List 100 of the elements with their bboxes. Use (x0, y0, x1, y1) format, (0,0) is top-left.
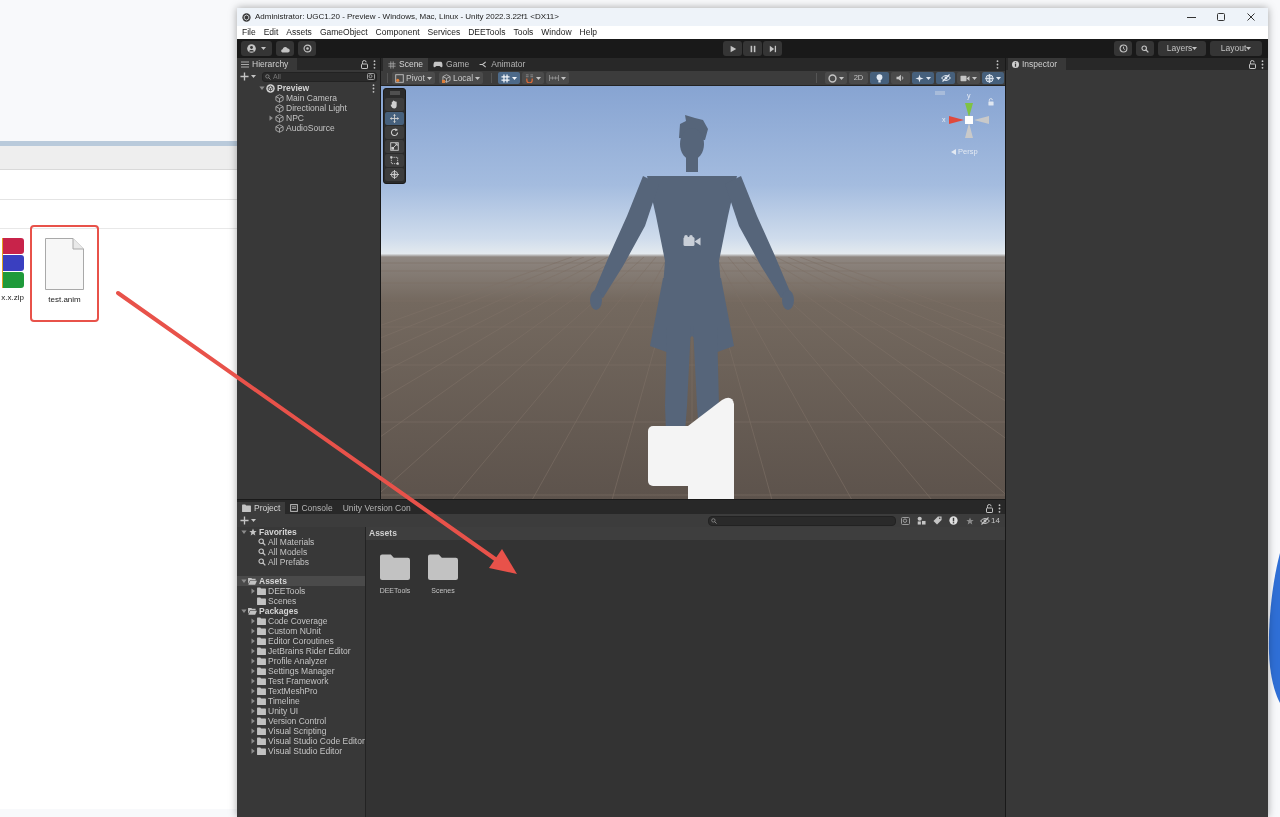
folder-icon (379, 553, 411, 580)
play-button[interactable] (723, 41, 742, 56)
more-icon (998, 503, 1001, 513)
project-tree-item[interactable]: Editor Coroutines (237, 636, 365, 646)
speaker-icon (896, 74, 905, 82)
account-dropdown[interactable] (241, 41, 272, 56)
shading-mode-dropdown[interactable] (825, 72, 847, 84)
project-tree-item[interactable]: Timeline (237, 696, 365, 706)
project-tree-item[interactable]: Favorites (237, 527, 365, 537)
camera-dropdown[interactable] (957, 72, 980, 84)
menu-item[interactable]: Edit (263, 27, 279, 38)
folder-icon (257, 627, 266, 635)
search-field[interactable] (708, 515, 897, 526)
orientation-gizmo[interactable] (949, 103, 989, 138)
menu-item[interactable]: Assets (286, 27, 312, 38)
project-tree-item[interactable]: Code Coverage (237, 616, 365, 626)
camera-gizmo-icon (683, 235, 701, 247)
cube-icon (275, 123, 284, 133)
project-tree-item[interactable]: DEETools (237, 586, 365, 596)
hierarchy-item[interactable]: Main Camera (237, 93, 380, 103)
layers-dropdown[interactable]: Layers (1158, 41, 1206, 56)
folder-icon (257, 727, 266, 735)
project-tree-item[interactable]: All Materials (237, 537, 365, 547)
audio-toggle[interactable] (891, 72, 910, 84)
hierarchy-tab[interactable]: Hierarchy (237, 58, 297, 70)
project-tree-item[interactable]: Version Control (237, 716, 365, 726)
project-tree-item[interactable]: TextMeshPro (237, 686, 365, 696)
folder-icon (257, 687, 266, 695)
tool-button[interactable] (385, 140, 404, 153)
menu-item[interactable]: Component (375, 27, 420, 38)
search-icon (711, 517, 718, 524)
gizmos-dropdown[interactable] (982, 72, 1004, 84)
project-tree-item[interactable]: Visual Studio Editor (237, 746, 365, 756)
breadcrumb[interactable]: Assets (369, 527, 397, 540)
project-tree-item[interactable]: All Models (237, 547, 365, 557)
hidden-packages-button[interactable]: 14 (978, 515, 1002, 526)
menu-item[interactable]: File (242, 27, 256, 38)
project-tree-item[interactable]: Visual Studio Code Editor (237, 736, 365, 746)
hierarchy-item[interactable]: AudioSource (237, 123, 380, 133)
grid-snapping-button[interactable] (498, 72, 521, 84)
version-control-button[interactable] (298, 41, 316, 56)
cloud-button[interactable] (276, 41, 294, 56)
add-button[interactable] (240, 72, 256, 81)
pivot-icon (395, 73, 404, 83)
space-dropdown[interactable]: Local (438, 72, 484, 84)
history-button[interactable] (1114, 41, 1132, 56)
menu-item[interactable]: GameObject (319, 27, 368, 38)
project-tree-item[interactable]: Packages (237, 606, 365, 616)
layout-dropdown[interactable]: Layout (1210, 41, 1262, 56)
panel-tab[interactable]: Project (237, 502, 286, 514)
caret-down-icon (251, 519, 256, 522)
folder-icon (257, 747, 266, 755)
project-tree-item[interactable]: Custom NUnit (237, 626, 365, 636)
menu-item[interactable]: DEETools (468, 27, 506, 38)
project-tree-item[interactable]: All Prefabs (237, 557, 365, 567)
project-tree-item[interactable]: Profile Analyzer (237, 656, 365, 666)
tool-button[interactable] (385, 126, 404, 139)
menu-item[interactable]: Tools (513, 27, 534, 38)
lighting-toggle[interactable] (870, 72, 889, 84)
hierarchy-item[interactable]: NPC (237, 113, 380, 123)
project-tree-item[interactable]: Visual Scripting (237, 726, 365, 736)
search-button[interactable] (1136, 41, 1154, 56)
snap-button[interactable] (522, 72, 545, 84)
project-tree-item[interactable]: Unity UI (237, 706, 365, 716)
project-tree-item[interactable]: Scenes (237, 596, 365, 606)
menu-item[interactable]: Help (579, 27, 598, 38)
project-tree-item[interactable]: Test Framework (237, 676, 365, 686)
inspector-tab[interactable]: Inspector (1008, 58, 1066, 70)
tool-button[interactable] (385, 98, 404, 111)
panel-tab[interactable]: Game (428, 58, 475, 71)
branch-icon (479, 61, 489, 68)
tool-button[interactable] (385, 154, 404, 167)
menu-item[interactable]: Window (541, 27, 572, 38)
panel-tab[interactable]: Animator (474, 58, 531, 71)
increment-snap-dropdown[interactable] (546, 72, 570, 84)
pivot-dropdown[interactable]: Pivot (392, 72, 435, 84)
star-icon (248, 528, 257, 536)
add-button[interactable] (240, 516, 256, 525)
project-tree-item[interactable]: JetBrains Rider Editor (237, 646, 365, 656)
tool-button[interactable] (385, 168, 404, 181)
more-icon (996, 60, 999, 69)
visibility-toggle[interactable] (936, 72, 955, 84)
panel-tab[interactable]: Unity Version Con (337, 502, 416, 514)
window-title: Administrator: UGC1.20 - Preview - Windows, Mac, Linux - Unity 2022.3.22f1 <DX11> (255, 11, 559, 23)
step-button[interactable] (763, 41, 782, 56)
pause-button[interactable] (743, 41, 762, 56)
panel-tab[interactable]: Console (285, 502, 338, 514)
panel-tab[interactable]: Scene (383, 58, 429, 71)
menu-item[interactable]: Services (427, 27, 461, 38)
tool-button[interactable] (385, 112, 404, 125)
hierarchy-item[interactable]: Directional Light (237, 103, 380, 113)
search-icon (257, 558, 266, 566)
scale-icon (390, 142, 399, 151)
effects-dropdown[interactable] (912, 72, 934, 84)
project-tree-item[interactable]: Settings Manager (237, 666, 365, 676)
file-name: x.x.zip (1, 293, 24, 303)
archive-icon (2, 238, 24, 288)
project-tree-item[interactable]: Assets (237, 576, 365, 586)
cube-icon (275, 103, 284, 113)
hierarchy-item[interactable]: Preview (237, 83, 380, 93)
